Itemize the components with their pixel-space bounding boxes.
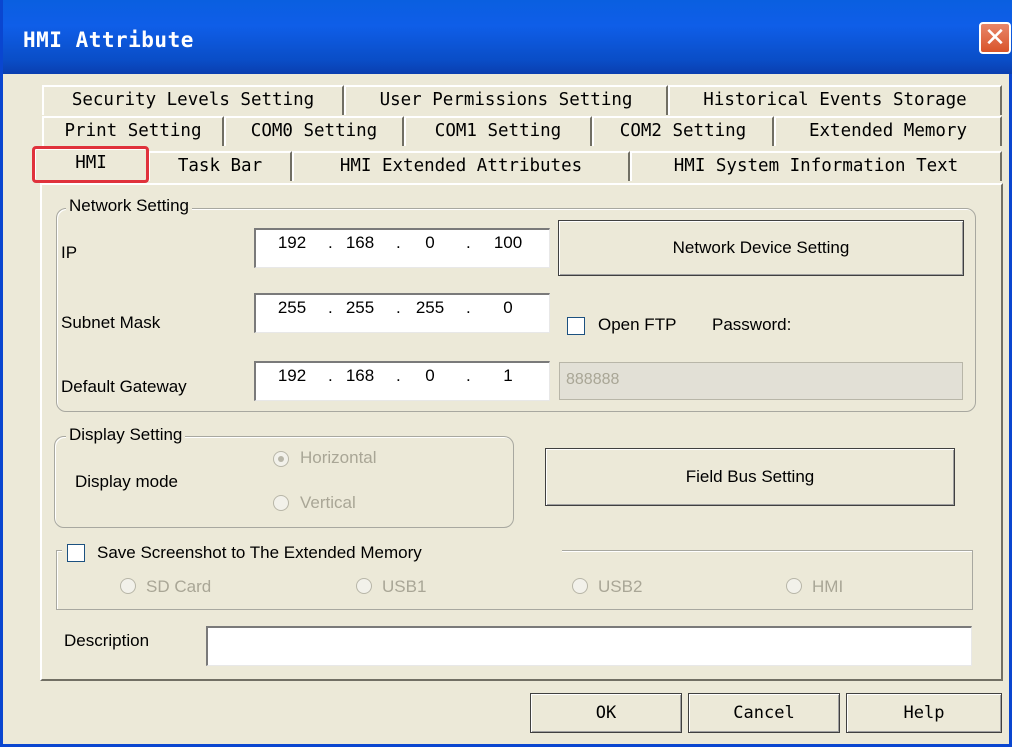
open-ftp-checkbox[interactable] bbox=[567, 317, 585, 335]
open-ftp-label: Open FTP bbox=[598, 315, 677, 334]
tab-com2-setting[interactable]: COM2 Setting bbox=[592, 116, 774, 146]
help-button[interactable]: Help bbox=[846, 693, 1002, 733]
usb1-radio[interactable] bbox=[356, 578, 372, 594]
sd-card-label: SD Card bbox=[146, 577, 212, 596]
hmi-option-label: HMI bbox=[812, 577, 844, 596]
usb2-radio[interactable] bbox=[572, 578, 588, 594]
vertical-label: Vertical bbox=[300, 493, 356, 512]
title-bar[interactable]: HMI Attribute ✕ bbox=[3, 0, 1012, 74]
field-bus-setting-button[interactable]: Field Bus Setting bbox=[545, 448, 955, 506]
tab-user-permissions-setting[interactable]: User Permissions Setting bbox=[344, 85, 668, 115]
ip-label: IP bbox=[61, 243, 78, 262]
network-device-setting-button[interactable]: Network Device Setting bbox=[558, 220, 964, 276]
usb1-label: USB1 bbox=[382, 577, 427, 596]
tab-extended-memory[interactable]: Extended Memory bbox=[774, 116, 1002, 146]
description-label: Description bbox=[64, 631, 150, 650]
save-screenshot-checkbox[interactable] bbox=[67, 544, 85, 562]
cancel-button[interactable]: Cancel bbox=[688, 693, 840, 733]
tab-com1-setting[interactable]: COM1 Setting bbox=[404, 116, 592, 146]
ip-address-field[interactable]: 192 . 168 . 0 . 100 bbox=[254, 228, 550, 268]
tab-com0-setting[interactable]: COM0 Setting bbox=[224, 116, 404, 146]
sd-card-radio[interactable] bbox=[120, 578, 136, 594]
ok-button[interactable]: OK bbox=[530, 693, 682, 733]
window-title: HMI Attribute bbox=[23, 28, 194, 52]
subnet-mask-label: Subnet Mask bbox=[61, 313, 161, 332]
close-icon[interactable]: ✕ bbox=[979, 22, 1011, 54]
tab-task-bar[interactable]: Task Bar bbox=[148, 151, 292, 181]
display-mode-label: Display mode bbox=[75, 472, 178, 491]
tab-hmi-system-information-text[interactable]: HMI System Information Text bbox=[630, 151, 1002, 181]
tab-security-levels-setting[interactable]: Security Levels Setting bbox=[42, 85, 344, 115]
display-setting-legend: Display Setting bbox=[66, 425, 186, 445]
hmi-tab-highlight bbox=[32, 146, 149, 183]
tab-hmi-extended-attributes[interactable]: HMI Extended Attributes bbox=[292, 151, 630, 181]
tab-historical-events-storage[interactable]: Historical Events Storage bbox=[668, 85, 1002, 115]
password-label: Password: bbox=[712, 315, 792, 334]
usb2-label: USB2 bbox=[598, 577, 643, 596]
default-gateway-field[interactable]: 192 . 168 . 0 . 1 bbox=[254, 361, 550, 401]
save-screenshot-label: Save Screenshot to The Extended Memory bbox=[97, 543, 422, 562]
horizontal-label: Horizontal bbox=[300, 448, 377, 467]
description-field[interactable] bbox=[206, 626, 972, 666]
horizontal-radio[interactable] bbox=[273, 451, 289, 467]
tab-print-setting[interactable]: Print Setting bbox=[42, 116, 224, 146]
subnet-mask-field[interactable]: 255 . 255 . 255 . 0 bbox=[254, 293, 550, 333]
network-setting-legend: Network Setting bbox=[66, 196, 192, 216]
ftp-password-field[interactable]: 888888 bbox=[559, 362, 963, 400]
hmi-radio[interactable] bbox=[786, 578, 802, 594]
vertical-radio[interactable] bbox=[273, 495, 289, 511]
default-gateway-label: Default Gateway bbox=[61, 377, 187, 396]
